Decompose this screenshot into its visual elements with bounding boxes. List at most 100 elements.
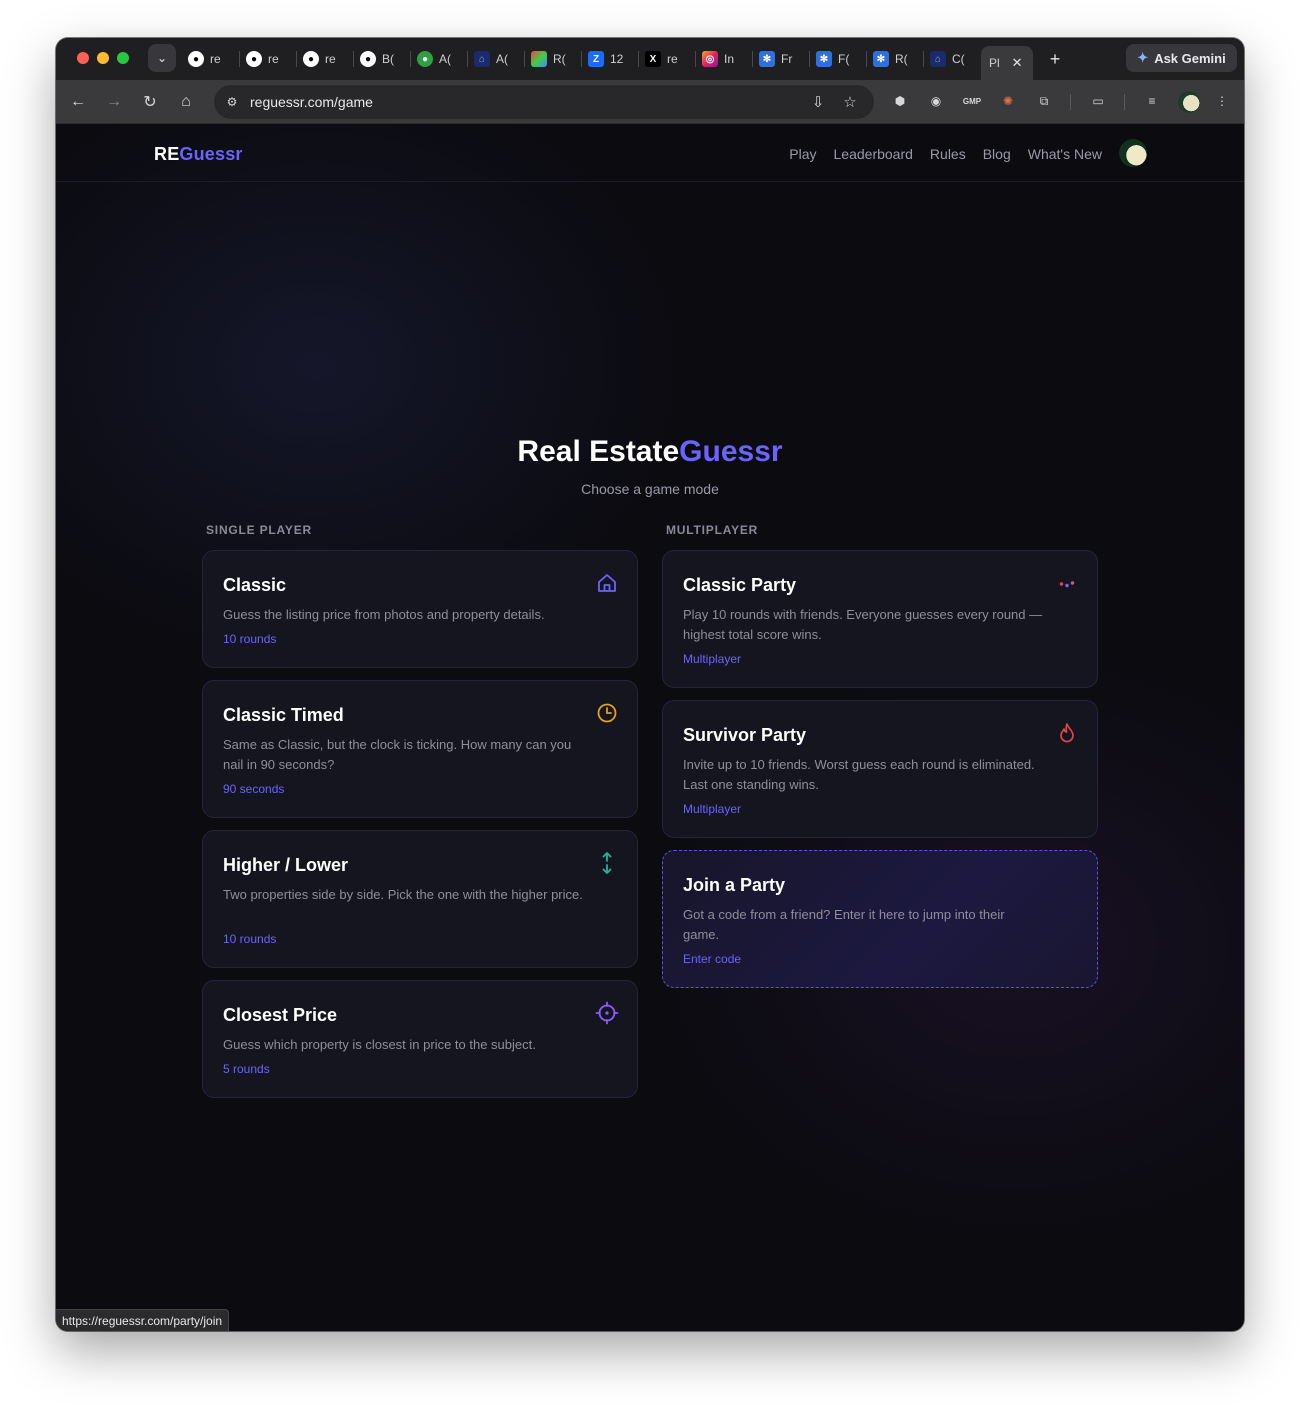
browser-tab[interactable]: ● re xyxy=(246,46,292,72)
extension-cube-icon[interactable]: ⬢ xyxy=(890,91,910,111)
profile-avatar[interactable] xyxy=(1178,91,1200,113)
browser-tab[interactable]: ⌂ A( xyxy=(474,46,520,72)
card-title: Classic xyxy=(223,575,287,595)
url-text[interactable]: reguessr.com/game xyxy=(250,94,373,110)
close-tab-icon[interactable]: ✕ xyxy=(1012,55,1023,71)
logo-prefix: RE xyxy=(154,144,180,164)
nav-link-leaderboard[interactable]: Leaderboard xyxy=(834,146,913,162)
gear-app-icon: ✻ xyxy=(759,51,775,67)
tab-search-button[interactable]: ⌄ xyxy=(148,44,176,72)
gear-app-icon: ✻ xyxy=(816,51,832,67)
card-description: Got a code from a friend? Enter it here … xyxy=(683,907,1005,942)
github-icon: ● xyxy=(303,51,319,67)
tab-strip: ⌄ ● re ● re ● re ● B( ● A( ⌂ A(R(Z 12 … xyxy=(56,38,1244,80)
install-app-icon[interactable]: ⇩ xyxy=(808,92,828,112)
tab-label: R( xyxy=(895,52,908,66)
nav-link-whats-new[interactable]: What's New xyxy=(1028,146,1102,162)
address-bar[interactable]: ⚙ reguessr.com/game ⇩ ☆ xyxy=(214,85,874,119)
site-logo[interactable]: REGuessr xyxy=(154,144,243,165)
more-menu-icon[interactable]: ⋮ xyxy=(1212,91,1232,111)
browser-tab[interactable]: ✻ F( xyxy=(816,46,862,72)
card-title: Join a Party xyxy=(683,875,786,895)
party-dots-icon xyxy=(1059,581,1075,588)
card-title: Survivor Party xyxy=(683,725,807,745)
mode-card-classic[interactable]: Classic Guess the listing price from pho… xyxy=(202,550,638,668)
new-tab-button[interactable]: + xyxy=(1042,46,1068,72)
browser-tab[interactable]: R( xyxy=(531,46,577,72)
browser-toolbar: ← → ↻ ⌂ ⚙ reguessr.com/game ⇩ ☆ ⬢ ◉ GMP … xyxy=(56,80,1244,124)
minimize-window-button[interactable] xyxy=(97,52,109,64)
card-meta: 90 seconds xyxy=(223,782,285,796)
mode-card-closest-price[interactable]: Closest Price Guess which property is cl… xyxy=(202,980,638,1098)
clock-icon xyxy=(597,703,617,723)
browser-tab[interactable]: ● re xyxy=(303,46,349,72)
flame-icon xyxy=(1060,723,1074,743)
maximize-window-button[interactable] xyxy=(117,52,129,64)
extension-gmp-icon[interactable]: GMP xyxy=(962,91,982,111)
media-controls-icon[interactable]: ≡ xyxy=(1142,91,1162,111)
forward-button[interactable]: → xyxy=(102,90,126,114)
home-icon: ⌂ xyxy=(930,51,946,67)
mode-card-classic-party[interactable]: Classic Party Play 10 rounds with friend… xyxy=(662,550,1098,688)
extension-sunburst-icon[interactable]: ✺ xyxy=(998,91,1018,111)
bookmark-star-icon[interactable]: ☆ xyxy=(840,92,860,112)
page-subtitle: Choose a game mode xyxy=(581,481,719,497)
home-icon: ⌂ xyxy=(474,51,490,67)
enter-code-link[interactable]: Enter code xyxy=(683,952,741,966)
browser-tab[interactable]: ● A( xyxy=(417,46,463,72)
mode-card-classic-timed[interactable]: Classic Timed Same as Classic, but the c… xyxy=(202,680,638,818)
back-button[interactable]: ← xyxy=(66,90,90,114)
colorful-app-icon xyxy=(531,51,547,67)
reload-icon: ↻ xyxy=(143,94,157,111)
reload-button[interactable]: ↻ xyxy=(138,90,162,114)
tab-label: A( xyxy=(439,52,451,66)
home-button[interactable]: ⌂ xyxy=(174,90,198,114)
house-icon xyxy=(598,574,616,592)
card-description: Guess which property is closest in price… xyxy=(223,1037,536,1052)
card-title: Classic Party xyxy=(683,575,797,595)
site-header: REGuessr Play Leaderboard Rules Blog Wha… xyxy=(56,125,1244,182)
zillow-icon: Z xyxy=(588,51,604,67)
browser-tab[interactable]: Z 12 xyxy=(588,46,634,72)
card-meta: 10 rounds xyxy=(223,632,277,646)
github-icon: ● xyxy=(188,51,204,67)
browser-tab[interactable]: ✻ Fr xyxy=(759,46,805,72)
close-window-button[interactable] xyxy=(77,52,89,64)
tab-label: A( xyxy=(496,52,508,66)
tab-label: Fr xyxy=(781,52,793,66)
card-title: Classic Timed xyxy=(223,705,344,725)
x-icon: X xyxy=(645,51,661,67)
tab-label: B( xyxy=(382,52,394,66)
nav-link-blog[interactable]: Blog xyxy=(983,146,1011,162)
cast-icon[interactable]: ▭ xyxy=(1088,91,1108,111)
tab-label: Pl xyxy=(989,56,1000,70)
nav-link-rules[interactable]: Rules xyxy=(930,146,966,162)
card-title: Closest Price xyxy=(223,1005,338,1025)
extension-grammar-icon[interactable]: ◉ xyxy=(926,91,946,111)
home-icon: ⌂ xyxy=(181,93,191,110)
browser-tab-active[interactable]: Pl ✕ xyxy=(981,46,1033,80)
browser-tab[interactable]: ● re xyxy=(188,46,234,72)
title-prefix: Real Estate xyxy=(517,435,680,468)
browser-tab[interactable]: ● B( xyxy=(360,46,406,72)
tab-label: re xyxy=(667,52,678,66)
browser-window: ⌄ ● re ● re ● re ● B( ● A( ⌂ A(R(Z 12 … xyxy=(56,38,1244,1331)
extensions-puzzle-icon[interactable]: ⧉ xyxy=(1034,91,1054,111)
link-status-bar: https://reguessr.com/party/join xyxy=(56,1309,230,1331)
ask-gemini-button[interactable]: ✦ Ask Gemini xyxy=(1126,44,1237,72)
site-info-icon[interactable]: ⚙ xyxy=(222,92,242,112)
browser-tab[interactable]: ✻ R( xyxy=(873,46,919,72)
tab-label: R( xyxy=(553,52,566,66)
mode-card-join-party[interactable]: Join a Party Got a code from a friend? E… xyxy=(662,850,1098,988)
browser-tab[interactable]: ⌂ C( xyxy=(930,46,976,72)
mode-card-higher-lower[interactable]: Higher / Lower Two properties side by si… xyxy=(202,830,638,968)
github-icon: ● xyxy=(360,51,376,67)
page-title: Real EstateGuessr xyxy=(56,435,1244,469)
browser-tab[interactable]: X re xyxy=(645,46,691,72)
title-suffix: Guessr xyxy=(679,435,783,468)
mode-card-survivor-party[interactable]: Survivor Party Invite up to 10 friends. … xyxy=(662,700,1098,838)
user-avatar[interactable] xyxy=(1119,139,1147,167)
browser-tab[interactable]: ◎ In xyxy=(702,46,748,72)
nav-link-play[interactable]: Play xyxy=(789,146,816,162)
tab-label: re xyxy=(268,52,279,66)
